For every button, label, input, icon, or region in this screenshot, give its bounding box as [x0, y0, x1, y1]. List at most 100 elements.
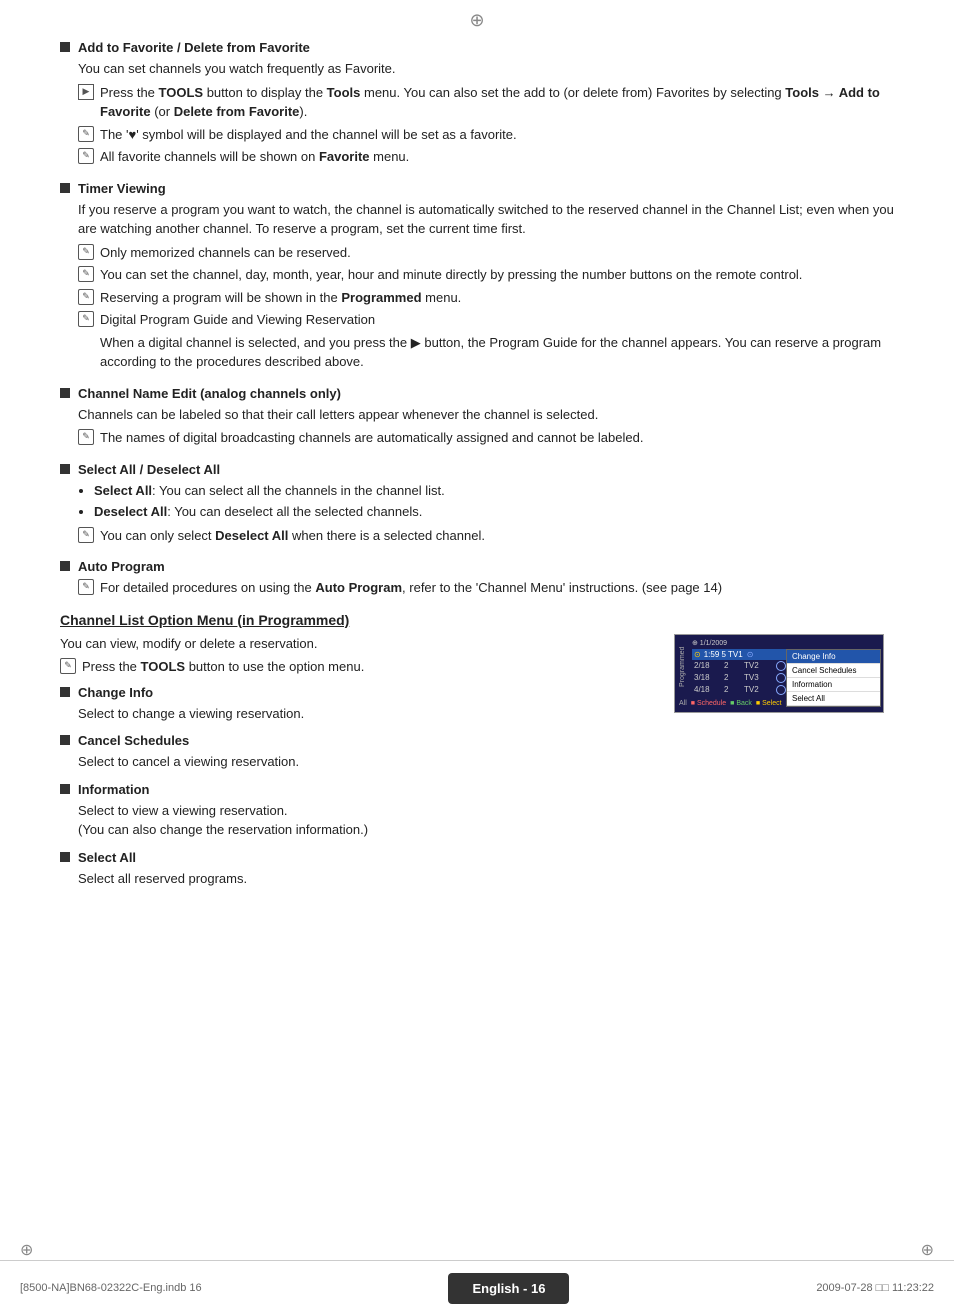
select-all-prog-body: Select all reserved programs. [78, 869, 654, 889]
tv-date: ⊕ 1/1/2009 [692, 640, 727, 647]
select-all-prog-text: Select all reserved programs. [78, 869, 654, 889]
timer-note-2: ✎ You can set the channel, day, month, y… [78, 265, 894, 285]
tv-footer-select: ■ Select [756, 700, 782, 708]
add-favorite-note-2: ✎ All favorite channels will be shown on… [78, 147, 894, 167]
auto-program-note-1: ✎ For detailed procedures on using the A… [78, 578, 894, 598]
channel-list-tools-note: ✎ Press the TOOLS button to use the opti… [60, 657, 654, 677]
bullet-icon [60, 42, 70, 52]
tv-row-1-icon [776, 661, 786, 671]
tv-row-1-ch: 2 [724, 661, 744, 670]
add-favorite-note-1: ✎ The '♥' symbol will be displayed and t… [78, 125, 894, 145]
channel-name-note-1-text: The names of digital broadcasting channe… [100, 428, 643, 448]
sub-section-information: Information Select to view a viewing res… [60, 782, 654, 840]
tv-row-2-time: 3/18 [694, 673, 724, 682]
tv-row-3-time: 4/18 [694, 685, 724, 694]
cancel-schedules-text: Select to cancel a viewing reservation. [78, 752, 654, 772]
select-all-note-1-text: You can only select Deselect All when th… [100, 526, 485, 546]
section-title-auto-program: Auto Program [60, 559, 894, 574]
timer-note-3-text: Reserving a program will be shown in the… [100, 288, 461, 308]
tv-row-2-icon [776, 673, 786, 683]
channel-name-body: Channels can be labeled so that their ca… [78, 405, 894, 448]
select-all-title: Select All / Deselect All [78, 462, 220, 477]
section-title-select-all: Select All / Deselect All [60, 462, 894, 477]
channel-name-title: Channel Name Edit (analog channels only) [78, 386, 341, 401]
timer-body: If you reserve a program you want to wat… [78, 200, 894, 372]
tv-current-channel: 1:59 5 TV1 [704, 650, 743, 659]
select-all-item-2: Deselect All: You can deselect all the s… [94, 502, 894, 522]
select-all-item-1: Select All: You can select all the chann… [94, 481, 894, 501]
add-favorite-title: Add to Favorite / Delete from Favorite [78, 40, 310, 55]
note-icon-timer-4: ✎ [78, 311, 94, 327]
tv-current-row: ⊙ 1:59 5 TV1 ⊙ Change Info Cancel Schedu… [692, 649, 879, 660]
timer-note-3: ✎ Reserving a program will be shown in t… [78, 288, 894, 308]
tv-row-3-type: TV2 [744, 685, 774, 694]
select-all-list: Select All: You can select all the chann… [94, 481, 894, 522]
note-icon-timer-1: ✎ [78, 244, 94, 260]
section-title-add-favorite: Add to Favorite / Delete from Favorite [60, 40, 894, 55]
section-add-favorite: Add to Favorite / Delete from Favorite Y… [60, 40, 894, 167]
tv-footer-back: ■ Back [730, 700, 752, 708]
timer-note-1-text: Only memorized channels can be reserved. [100, 243, 351, 263]
tv-footer-all: All [679, 700, 687, 708]
channel-list-intro: You can view, modify or delete a reserva… [60, 634, 654, 654]
timer-title: Timer Viewing [78, 181, 166, 196]
timer-note-2-text: You can set the channel, day, month, yea… [100, 265, 802, 285]
change-info-body: Select to change a viewing reservation. [78, 704, 654, 724]
timer-note-4-text: Digital Program Guide and Viewing Reserv… [100, 310, 375, 330]
tv-row-2-ch: 2 [724, 673, 744, 682]
channel-list-header: Channel List Option Menu (in Programmed) [60, 612, 894, 628]
add-favorite-tools-note: ▶ Press the TOOLS button to display the … [78, 83, 894, 122]
add-favorite-intro: You can set channels you watch frequentl… [78, 59, 894, 79]
add-favorite-tools-text: Press the TOOLS button to display the To… [100, 83, 894, 122]
section-title-channel-name: Channel Name Edit (analog channels only) [60, 386, 894, 401]
information-title: Information [78, 782, 150, 797]
page-container: ⊕ Add to Favorite / Delete from Favorite… [0, 0, 954, 1315]
sub-section-select-all-prog: Select All Select all reserved programs. [60, 850, 654, 889]
bullet-icon-select [60, 464, 70, 474]
change-info-title: Change Info [78, 685, 153, 700]
bullet-cancel-schedules [60, 735, 70, 745]
timer-note-1: ✎ Only memorized channels can be reserve… [78, 243, 894, 263]
timer-intro: If you reserve a program you want to wat… [78, 200, 894, 239]
note-icon-timer-2: ✎ [78, 266, 94, 282]
bullet-icon-channel [60, 388, 70, 398]
tv-row-1-type: TV2 [744, 661, 774, 670]
section-channel-list-option: Channel List Option Menu (in Programmed)… [60, 612, 894, 899]
select-all-body: Select All: You can select all the chann… [78, 481, 894, 546]
timer-sub-note: When a digital channel is selected, and … [100, 333, 894, 372]
section-auto-program: Auto Program ✎ For detailed procedures o… [60, 559, 894, 598]
tv-row-3: 4/18 2 TV2 [692, 684, 879, 696]
footer-center-text: English - 16 [448, 1273, 569, 1304]
bullet-information [60, 784, 70, 794]
auto-program-note-1-text: For detailed procedures on using the Aut… [100, 578, 722, 598]
cancel-schedules-title-row: Cancel Schedules [60, 733, 654, 748]
auto-program-title: Auto Program [78, 559, 165, 574]
footer-right-text: 2009-07-28 □□ 11:23:22 [816, 1282, 934, 1294]
select-all-prog-title-row: Select All [60, 850, 654, 865]
note-icon-channel-list: ✎ [60, 658, 76, 674]
tv-footer-schedule: ■ Schedule [691, 700, 726, 708]
channel-list-two-col: You can view, modify or delete a reserva… [60, 634, 894, 899]
bullet-icon-auto [60, 561, 70, 571]
note-icon-timer-3: ✎ [78, 289, 94, 305]
channel-list-intro-body: You can view, modify or delete a reserva… [60, 634, 654, 677]
tv-row-1-time: 2/18 [694, 661, 724, 670]
information-title-row: Information [60, 782, 654, 797]
note-icon-select-1: ✎ [78, 527, 94, 543]
crosshair-bottom-right-icon: ⊕ [921, 1240, 934, 1260]
information-body: Select to view a viewing reservation.(Yo… [78, 801, 654, 840]
section-title-timer: Timer Viewing [60, 181, 894, 196]
change-info-text: Select to change a viewing reservation. [78, 704, 654, 724]
tv-header: Programmed ⊕ 1/1/2009 ⊙ 1:59 5 TV1 ⊙ [679, 639, 879, 696]
channel-list-text-col: You can view, modify or delete a reserva… [60, 634, 654, 899]
change-info-title-row: Change Info [60, 685, 654, 700]
note-icon-2: ✎ [78, 148, 94, 164]
bullet-icon-timer [60, 183, 70, 193]
tv-mockup: Programmed ⊕ 1/1/2009 ⊙ 1:59 5 TV1 ⊙ [674, 634, 884, 713]
cancel-schedules-title: Cancel Schedules [78, 733, 189, 748]
tools-note-icon: ▶ [78, 84, 94, 100]
add-favorite-note-2-text: All favorite channels will be shown on F… [100, 147, 409, 167]
add-favorite-note-1-text: The '♥' symbol will be displayed and the… [100, 125, 517, 145]
auto-program-body: ✎ For detailed procedures on using the A… [78, 578, 894, 598]
tv-mockup-col: Programmed ⊕ 1/1/2009 ⊙ 1:59 5 TV1 ⊙ [674, 634, 894, 713]
